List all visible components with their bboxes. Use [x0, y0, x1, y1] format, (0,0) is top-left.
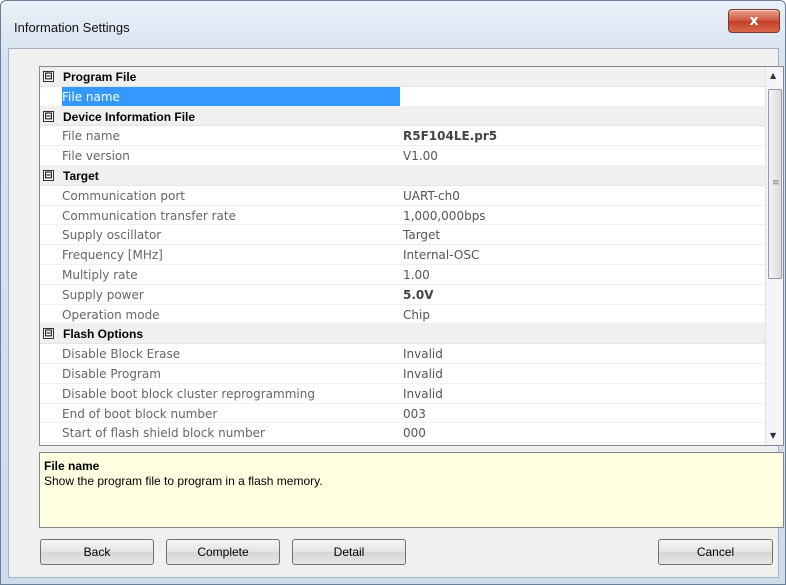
property-row[interactable]: Communication port UART-ch0	[40, 186, 766, 206]
description-panel: File name Show the program file to progr…	[39, 452, 784, 528]
property-value[interactable]: 5.0V	[403, 288, 434, 302]
scroll-thumb[interactable]: ≡	[768, 89, 782, 279]
cancel-button-label: Cancel	[696, 545, 735, 559]
property-name: End of boot block number	[62, 406, 218, 421]
property-name: Disable Program	[62, 366, 161, 381]
property-value[interactable]: Internal-OSC	[403, 248, 479, 262]
property-grid-rows: ⊟ Program File File name ⊟ Device Informatio…	[40, 67, 766, 444]
property-name: Communication transfer rate	[62, 208, 236, 223]
property-name: File name	[62, 86, 400, 106]
property-name: Start of flash shield block number	[62, 426, 265, 441]
back-button-label: Back	[83, 545, 111, 559]
category-label: Device Information File	[63, 109, 196, 124]
category-label: Target	[63, 168, 99, 183]
property-row[interactable]: Multiply rate 1.00	[40, 265, 766, 285]
complete-button[interactable]: Complete	[166, 539, 280, 565]
property-row[interactable]: File name	[40, 86, 766, 107]
property-row[interactable]: Disable boot block cluster reprogramming…	[40, 384, 766, 404]
property-row[interactable]: Disable Block Erase Invalid	[40, 344, 766, 364]
property-name: Communication port	[62, 188, 185, 203]
category-label: Program File	[63, 70, 137, 84]
property-row[interactable]: Disable Program Invalid	[40, 364, 766, 384]
property-name: Frequency [MHz]	[62, 248, 163, 263]
close-button[interactable]: x	[728, 9, 780, 33]
property-name: Multiply rate	[62, 267, 138, 282]
property-name: Supply power	[62, 287, 144, 302]
property-row[interactable]: End of boot block number 003	[40, 404, 766, 424]
property-value[interactable]: Invalid	[403, 387, 443, 401]
category-row[interactable]: ⊟ Target	[40, 165, 766, 186]
property-name: File version	[62, 149, 130, 164]
property-name: Operation mode	[62, 307, 160, 322]
dialog-client-area: ⊟ Program File File name ⊟ Device Informatio…	[8, 48, 784, 578]
collapse-icon[interactable]: ⊟	[43, 110, 54, 122]
property-value[interactable]: UART-ch0	[403, 189, 460, 203]
description-title: File name	[44, 459, 100, 473]
property-name: File name	[62, 129, 120, 144]
property-value[interactable]: Invalid	[403, 367, 443, 381]
category-row[interactable]: ⊟ Device Information File	[40, 106, 766, 127]
window-title: Information Settings	[14, 20, 130, 35]
information-settings-dialog: Information Settings x ⊟ Program File File…	[0, 0, 786, 585]
scroll-down-icon[interactable]: ▼	[770, 431, 776, 440]
property-value[interactable]: 1.00	[403, 268, 430, 282]
detail-button[interactable]: Detail	[292, 539, 406, 565]
category-row[interactable]: ⊟ Program File	[40, 67, 766, 87]
back-button[interactable]: Back	[40, 539, 154, 565]
detail-button-label: Detail	[333, 545, 365, 559]
property-row[interactable]: Supply power 5.0V	[40, 285, 766, 305]
property-name: Disable boot block cluster reprogramming	[62, 386, 315, 401]
category-row[interactable]: ⊟ Flash Options	[40, 324, 766, 345]
complete-button-label: Complete	[197, 545, 249, 559]
property-value[interactable]: V1.00	[403, 149, 438, 163]
title-bar[interactable]: Information Settings x	[1, 1, 785, 47]
property-value[interactable]: Invalid	[403, 347, 443, 361]
property-name: Supply oscillator	[62, 228, 162, 243]
collapse-icon[interactable]: ⊟	[43, 169, 54, 181]
property-name: Disable Block Erase	[62, 347, 181, 362]
grip-icon: ≡	[772, 178, 780, 188]
property-row[interactable]: Frequency [MHz] Internal-OSC	[40, 245, 766, 265]
vertical-scrollbar[interactable]: ▲ ≡ ▼	[765, 67, 783, 445]
property-row[interactable]: File version V1.00	[40, 146, 766, 166]
property-row[interactable]: Start of flash shield block number 000	[40, 423, 766, 444]
property-value[interactable]: Chip	[403, 308, 430, 322]
collapse-icon[interactable]: ⊟	[43, 71, 54, 82]
property-value[interactable]: 000	[403, 426, 426, 440]
scroll-up-icon[interactable]: ▲	[770, 71, 776, 80]
property-row[interactable]: Operation mode Chip	[40, 305, 766, 325]
property-value[interactable]: 003	[403, 407, 426, 421]
close-icon: x	[749, 13, 759, 29]
property-row[interactable]: File name R5F104LE.pr5	[40, 126, 766, 147]
property-value[interactable]: R5F104LE.pr5	[403, 129, 497, 143]
property-value[interactable]: Target	[403, 228, 440, 242]
cancel-button[interactable]: Cancel	[658, 539, 773, 565]
property-value[interactable]: 1,000,000bps	[403, 209, 486, 223]
property-grid: ⊟ Program File File name ⊟ Device Informatio…	[39, 66, 784, 446]
property-row[interactable]: Supply oscillator Target	[40, 225, 766, 246]
category-label: Flash Options	[63, 327, 144, 342]
property-row[interactable]: Communication transfer rate 1,000,000bps	[40, 206, 766, 226]
collapse-icon[interactable]: ⊟	[43, 328, 54, 340]
description-text: Show the program file to program in a fl…	[44, 474, 323, 488]
